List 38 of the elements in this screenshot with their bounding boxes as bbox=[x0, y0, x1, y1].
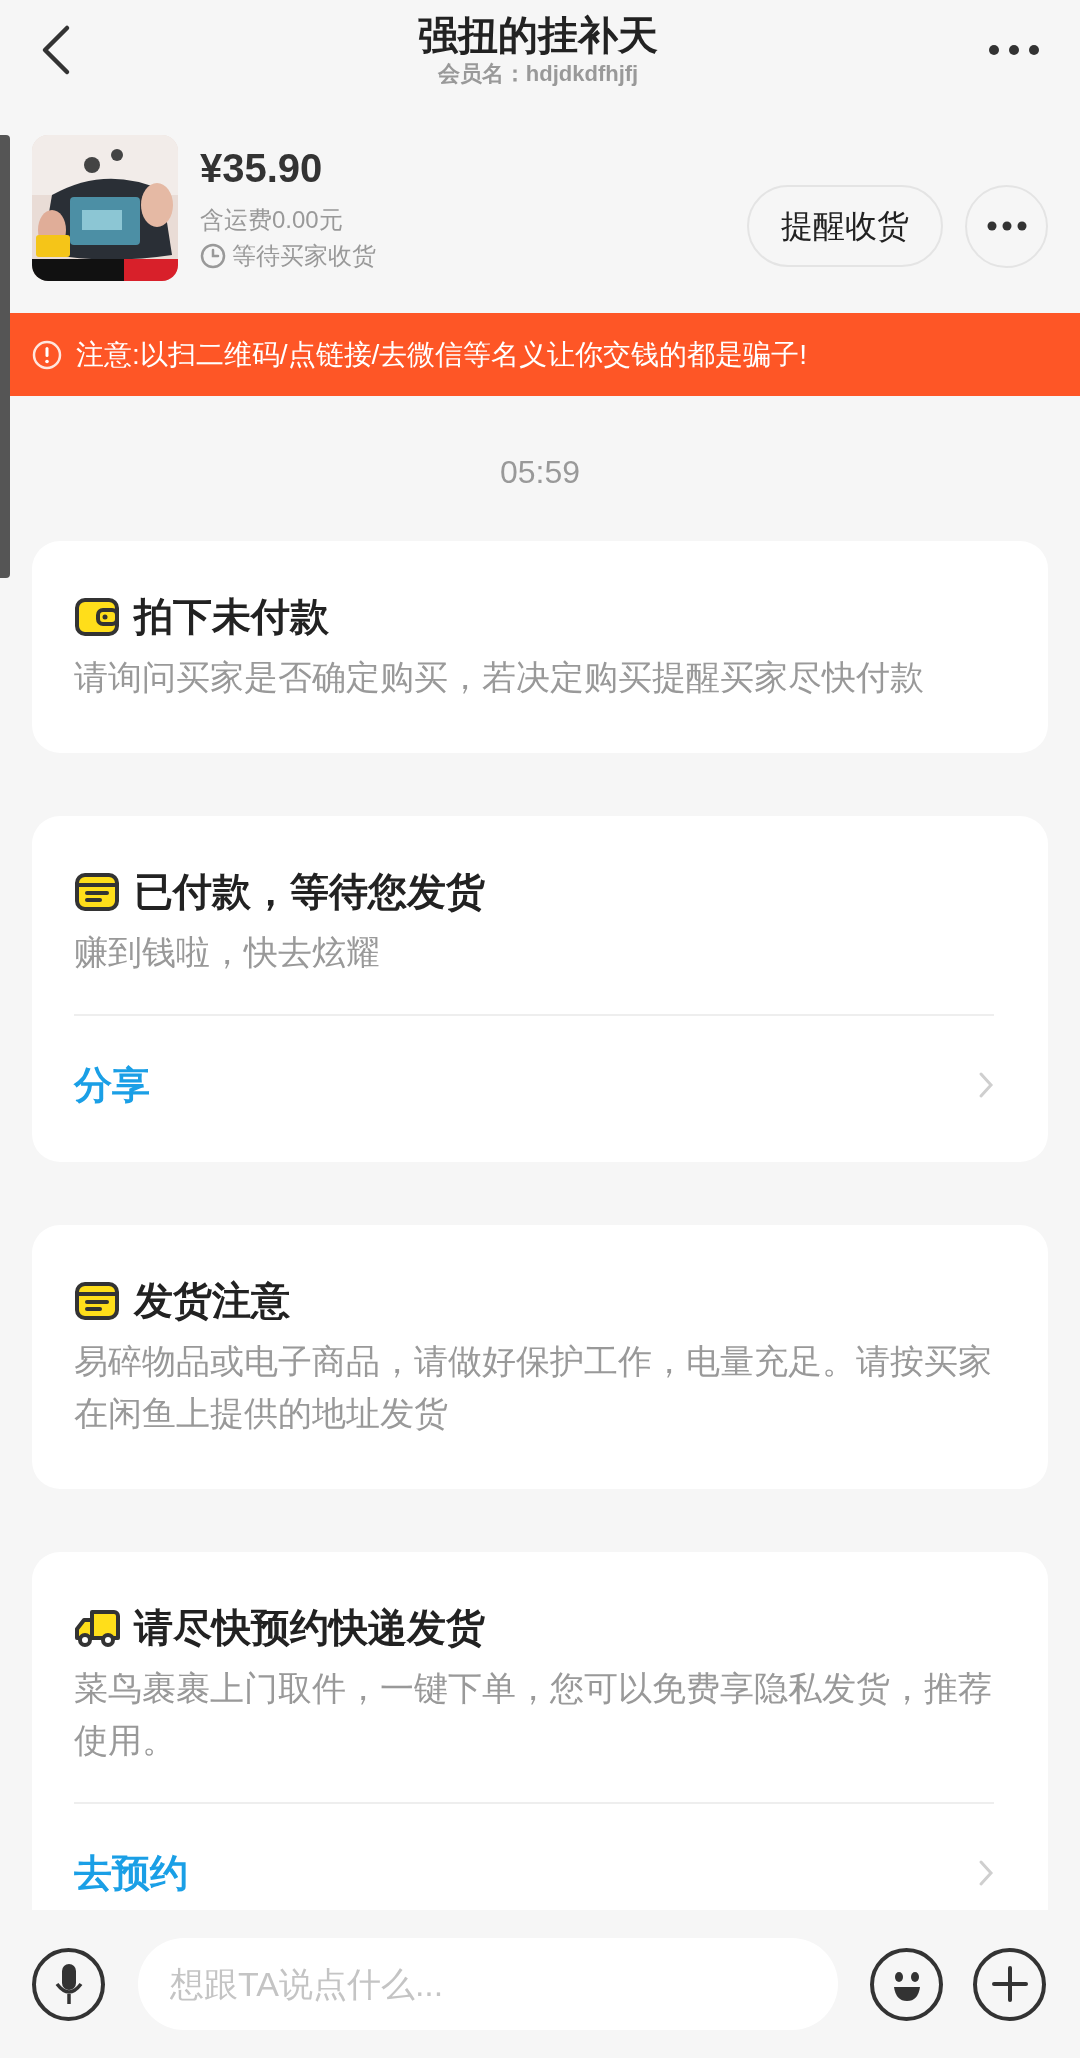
card-description: 易碎物品或电子商品，请做好保护工作，电量充足。请按买家在闲鱼上提供的地址发货 bbox=[74, 1341, 993, 1434]
truck-icon bbox=[74, 1608, 120, 1648]
shipping-fee: 含运费0.00元 bbox=[200, 205, 344, 235]
card-title: 拍下未付款 bbox=[134, 594, 329, 640]
card-title: 请尽快预约快递发货 bbox=[134, 1605, 485, 1651]
chevron-right-icon bbox=[978, 1859, 994, 1887]
card-description: 菜鸟裹裹上门取件，一键下单，您可以免费享隐私发货，推荐使用。 bbox=[74, 1668, 993, 1761]
notebook-icon bbox=[74, 1281, 120, 1321]
more-button[interactable] bbox=[965, 184, 1048, 268]
link-text: 去预约 bbox=[74, 1851, 188, 1896]
card-description: 请询问买家是否确定购买，若决定购买提醒买家尽快付款 bbox=[74, 657, 925, 698]
add-button[interactable] bbox=[973, 1947, 1046, 2021]
warning-text: 注意:以扫二维码/点链接/去微信等名义让你交钱的都是骗子! bbox=[76, 337, 808, 372]
member-name: 会员名：hdjdkdfhjfj bbox=[437, 60, 639, 88]
message-input[interactable]: 想跟TA说点什么... bbox=[138, 1938, 838, 2030]
card-link[interactable]: 分享 bbox=[74, 1016, 994, 1162]
notebook-icon bbox=[74, 872, 120, 912]
side-handle[interactable] bbox=[0, 135, 10, 578]
emoji-button[interactable] bbox=[870, 1947, 943, 2021]
card-title: 已付款，等待您发货 bbox=[134, 869, 485, 915]
back-icon bbox=[40, 24, 72, 76]
microphone-icon bbox=[53, 1962, 84, 2006]
chat-title: 强扭的挂补天 bbox=[418, 12, 658, 59]
chevron-right-icon bbox=[978, 1071, 994, 1099]
more-icon bbox=[986, 221, 1027, 231]
price: ¥35.90 bbox=[200, 145, 324, 192]
card-title: 发货注意 bbox=[134, 1278, 290, 1324]
card-link[interactable]: 去预约 bbox=[74, 1804, 994, 1910]
alert-icon bbox=[32, 339, 62, 370]
remind-receipt-button[interactable]: 提醒收货 bbox=[747, 185, 943, 267]
link-text: 分享 bbox=[74, 1063, 150, 1108]
plus-icon bbox=[990, 1965, 1029, 2003]
timestamp: 05:59 bbox=[498, 453, 582, 492]
clock-icon bbox=[200, 243, 226, 269]
card-description: 赚到钱啦，快去炫耀 bbox=[74, 932, 381, 973]
wallet-icon bbox=[74, 597, 120, 637]
order-status: 等待买家收货 bbox=[232, 241, 376, 271]
voice-button[interactable] bbox=[32, 1947, 105, 2021]
